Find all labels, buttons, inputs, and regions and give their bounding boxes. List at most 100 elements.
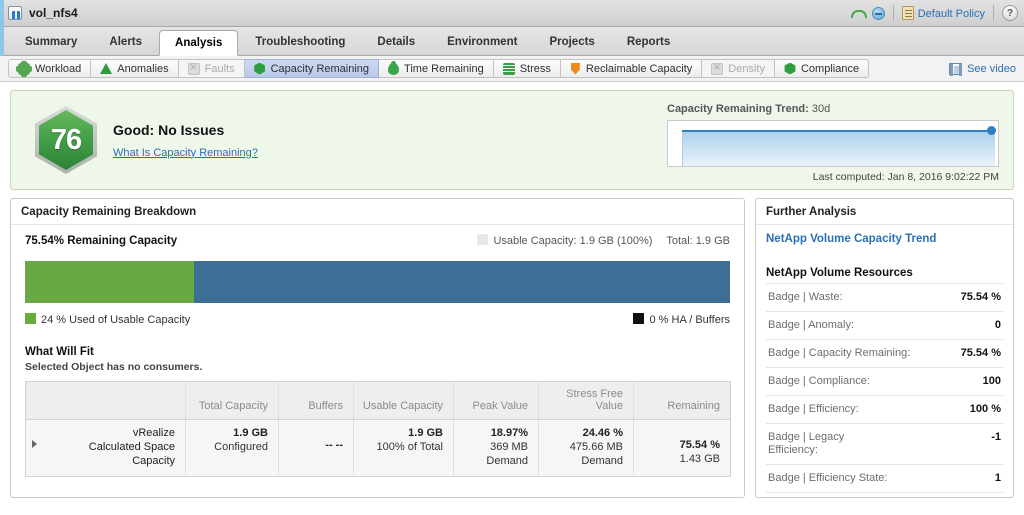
tab-summary[interactable]: Summary — [10, 30, 92, 55]
remaining-value: 75.54 % — [679, 439, 720, 451]
metric-value: 75.54 % — [960, 291, 1001, 303]
help-button[interactable]: ? — [1002, 5, 1018, 21]
what-will-fit-table: Total Capacity Buffers Usable Capacity P… — [25, 381, 731, 477]
row-name-line1: vRealize — [132, 427, 175, 439]
badge-faults[interactable]: Faults — [178, 59, 245, 78]
title-accent-bar — [0, 0, 4, 27]
further-analysis-panel: Further Analysis NetApp Volume Capacity … — [755, 198, 1014, 498]
health-arc-icon[interactable] — [850, 6, 867, 20]
capacity-bar-free-segment — [194, 261, 730, 303]
metric-key: Badge | Waste: — [768, 291, 843, 303]
breakdown-header-row: 75.54% Remaining Capacity Usable Capacit… — [25, 234, 730, 247]
metric-row-capacity-remaining[interactable]: Badge | Capacity Remaining: 75.54 % — [766, 339, 1003, 367]
badge-compliance[interactable]: Compliance — [774, 59, 870, 78]
legend-ha-wrap: 0 % HA / Buffers — [633, 313, 730, 326]
metric-row-efficiency-state[interactable]: Badge | Efficiency State: 1 — [766, 464, 1003, 492]
tab-troubleshooting[interactable]: Troubleshooting — [240, 30, 360, 55]
droplet-badge-icon — [388, 60, 400, 75]
divider — [993, 5, 994, 21]
col-remaining[interactable]: Remaining — [633, 381, 731, 420]
metric-key: Badge | Compliance: — [768, 375, 870, 387]
badge-score-value: 76 — [50, 123, 82, 156]
metric-row-waste[interactable]: Badge | Waste: 75.54 % — [766, 283, 1003, 311]
badge-time-remaining[interactable]: Time Remaining — [379, 59, 494, 78]
tab-analysis[interactable]: Analysis — [159, 30, 239, 56]
col-stress-free-value[interactable]: Stress Free Value — [538, 381, 634, 420]
badge-stress[interactable]: Stress — [493, 59, 561, 78]
metric-key: Badge | Efficiency State: — [768, 472, 888, 484]
col-total-capacity[interactable]: Total Capacity — [185, 381, 279, 420]
see-video-link[interactable]: See video — [949, 62, 1016, 76]
default-policy-link[interactable]: Default Policy — [901, 6, 985, 20]
table-body: vRealize Calculated Space Capacity 1.9 G… — [25, 419, 731, 477]
peak-value: 18.97% — [490, 427, 528, 439]
capacity-remaining-trend-chart[interactable] — [667, 120, 999, 167]
stress-free-sub2: Demand — [581, 455, 623, 467]
capacity-trend-area: Capacity Remaining Trend: 30d — [667, 103, 999, 167]
usable-capacity-label-wrap: Usable Capacity: 1.9 GB (100%) — [477, 234, 652, 247]
hexagon-badge-icon — [254, 62, 265, 75]
tab-projects[interactable]: Projects — [534, 30, 609, 55]
usable-capacity-sub: 100% of Total — [376, 441, 443, 453]
row-name-cell[interactable]: vRealize Calculated Space Capacity — [25, 419, 186, 477]
total-capacity-sub: Configured — [214, 441, 268, 453]
what-is-capacity-remaining-link[interactable]: What Is Capacity Remaining? — [113, 147, 258, 159]
metric-value: 75.54 % — [960, 347, 1001, 359]
cell-usable-capacity: 1.9 GB 100% of Total — [353, 419, 454, 477]
usable-capacity-swatch — [477, 234, 489, 245]
legend-used-label: 24 % Used of Usable Capacity — [41, 314, 191, 326]
breakdown-body: 75.54% Remaining Capacity Usable Capacit… — [11, 225, 744, 477]
page-title: vol_nfs4 — [29, 6, 78, 20]
col-name[interactable] — [25, 381, 186, 420]
expand-triangle-icon[interactable] — [32, 440, 37, 448]
tab-alerts[interactable]: Alerts — [94, 30, 157, 55]
metric-row-compliance[interactable]: Badge | Compliance: 100 — [766, 367, 1003, 395]
col-peak-value[interactable]: Peak Value — [453, 381, 539, 420]
score-texts: Good: No Issues What Is Capacity Remaini… — [113, 122, 258, 159]
badge-label: Faults — [204, 62, 235, 75]
legend-used-wrap: 24 % Used of Usable Capacity — [25, 313, 190, 326]
badge-capacity-remaining[interactable]: Capacity Remaining — [244, 59, 380, 78]
metric-row-efficiency[interactable]: Badge | Efficiency: 100 % — [766, 395, 1003, 423]
netapp-volume-resources-heading: NetApp Volume Resources — [766, 267, 913, 279]
table-row[interactable]: vRealize Calculated Space Capacity 1.9 G… — [25, 419, 731, 477]
badge-label: Density — [728, 62, 765, 75]
netapp-volume-capacity-trend-link[interactable]: NetApp Volume Capacity Trend — [766, 233, 1003, 245]
usable-capacity-label: Usable Capacity: 1.9 GB (100%) — [493, 235, 653, 247]
breakdown-capacity-labels: Usable Capacity: 1.9 GB (100%) Total: 1.… — [477, 234, 730, 247]
metric-row-legacy-efficiency[interactable]: Badge | Legacy Efficiency: -1 — [766, 423, 1003, 464]
metric-value: 0 — [994, 319, 1001, 331]
badge-anomalies[interactable]: Anomalies — [91, 59, 179, 78]
tab-reports[interactable]: Reports — [612, 30, 685, 55]
used-capacity-swatch — [25, 313, 36, 324]
alert-circle-icon[interactable] — [871, 6, 885, 20]
metric-value: 1 — [994, 472, 1001, 484]
video-film-icon — [949, 62, 963, 76]
capacity-bar-legend: 24 % Used of Usable Capacity 0 % HA / Bu… — [25, 313, 730, 326]
row-name-line2: Calculated Space — [88, 441, 175, 453]
metric-row-faults[interactable]: Badge | Faults: 0 — [766, 492, 1003, 497]
badge-workload[interactable]: Workload — [8, 59, 92, 78]
col-buffers[interactable]: Buffers — [278, 381, 354, 420]
tab-details[interactable]: Details — [362, 30, 430, 55]
badge-label: Capacity Remaining — [270, 62, 370, 75]
metric-value: 100 % — [969, 403, 1001, 415]
badge-density[interactable]: Density — [702, 59, 775, 78]
tabbar-accent — [0, 27, 4, 56]
row-name-line3: Capacity — [132, 455, 175, 467]
metric-row-anomaly[interactable]: Badge | Anomaly: 0 — [766, 311, 1003, 339]
total-capacity-value: 1.9 GB — [233, 427, 268, 439]
table-header-row: Total Capacity Buffers Usable Capacity P… — [25, 381, 731, 420]
trend-line — [682, 130, 995, 132]
badge-reclaimable-capacity[interactable]: Reclaimable Capacity — [560, 59, 703, 78]
col-usable-capacity[interactable]: Usable Capacity — [353, 381, 454, 420]
main-tab-bar: Summary Alerts Analysis Troubleshooting … — [0, 27, 1024, 56]
remaining-sub: 1.43 GB — [679, 453, 720, 465]
policy-scroll-icon — [901, 6, 914, 20]
further-analysis-body: NetApp Volume Capacity Trend NetApp Volu… — [756, 225, 1013, 497]
what-will-fit-title: What Will Fit — [25, 346, 94, 358]
shield-badge-icon — [571, 62, 580, 75]
tab-environment[interactable]: Environment — [432, 30, 532, 55]
badge-button-group: Workload Anomalies Faults Capacity Remai… — [8, 59, 870, 78]
badge-label: Stress — [519, 62, 551, 75]
